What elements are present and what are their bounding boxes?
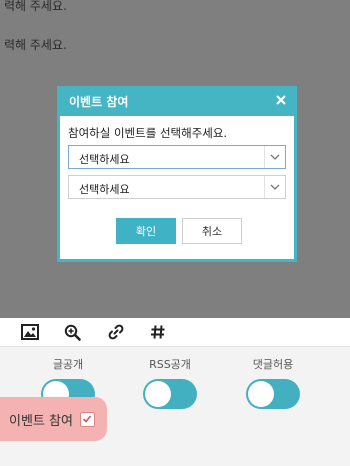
option-label: RSS공개 (149, 358, 191, 371)
cancel-button[interactable]: 취소 (182, 218, 242, 244)
chevron-down-icon (264, 146, 285, 168)
comments-toggle[interactable] (246, 379, 300, 409)
hashtag-icon[interactable] (145, 318, 171, 346)
select-value: 선택하세요 (79, 153, 130, 166)
option-label: 댓글허용 (252, 358, 294, 371)
link-icon[interactable] (103, 318, 129, 346)
option-rss: RSS공개 (135, 357, 205, 409)
event-participation-label: 이벤트 참여 (9, 413, 73, 429)
event-modal: 이벤트 참여 참여하실 이벤트를 선택해주세요. 선택하세요 선택하세요 확인 … (57, 86, 297, 262)
zoom-icon[interactable] (59, 318, 85, 346)
event-select-1[interactable]: 선택하세요 (68, 145, 286, 169)
rss-toggle[interactable] (143, 379, 197, 409)
close-icon[interactable] (274, 93, 288, 107)
modal-header: 이벤트 참여 (60, 89, 294, 116)
event-participation-checkbox[interactable] (79, 411, 95, 427)
modal-prompt: 참여하실 이벤트를 선택해주세요. (68, 126, 228, 140)
select-value: 선택하세요 (79, 183, 130, 196)
editor-toolbar (0, 318, 350, 347)
check-icon (83, 415, 92, 423)
modal-title: 이벤트 참여 (69, 95, 129, 109)
event-select-2[interactable]: 선택하세요 (68, 175, 286, 199)
confirm-button[interactable]: 확인 (116, 218, 176, 244)
option-comments: 댓글허용 (238, 357, 308, 409)
option-label: 글공개 (52, 358, 84, 371)
chevron-down-icon (264, 176, 285, 198)
image-icon[interactable] (17, 318, 43, 346)
event-participation-option[interactable]: 이벤트 참여 (0, 397, 107, 441)
